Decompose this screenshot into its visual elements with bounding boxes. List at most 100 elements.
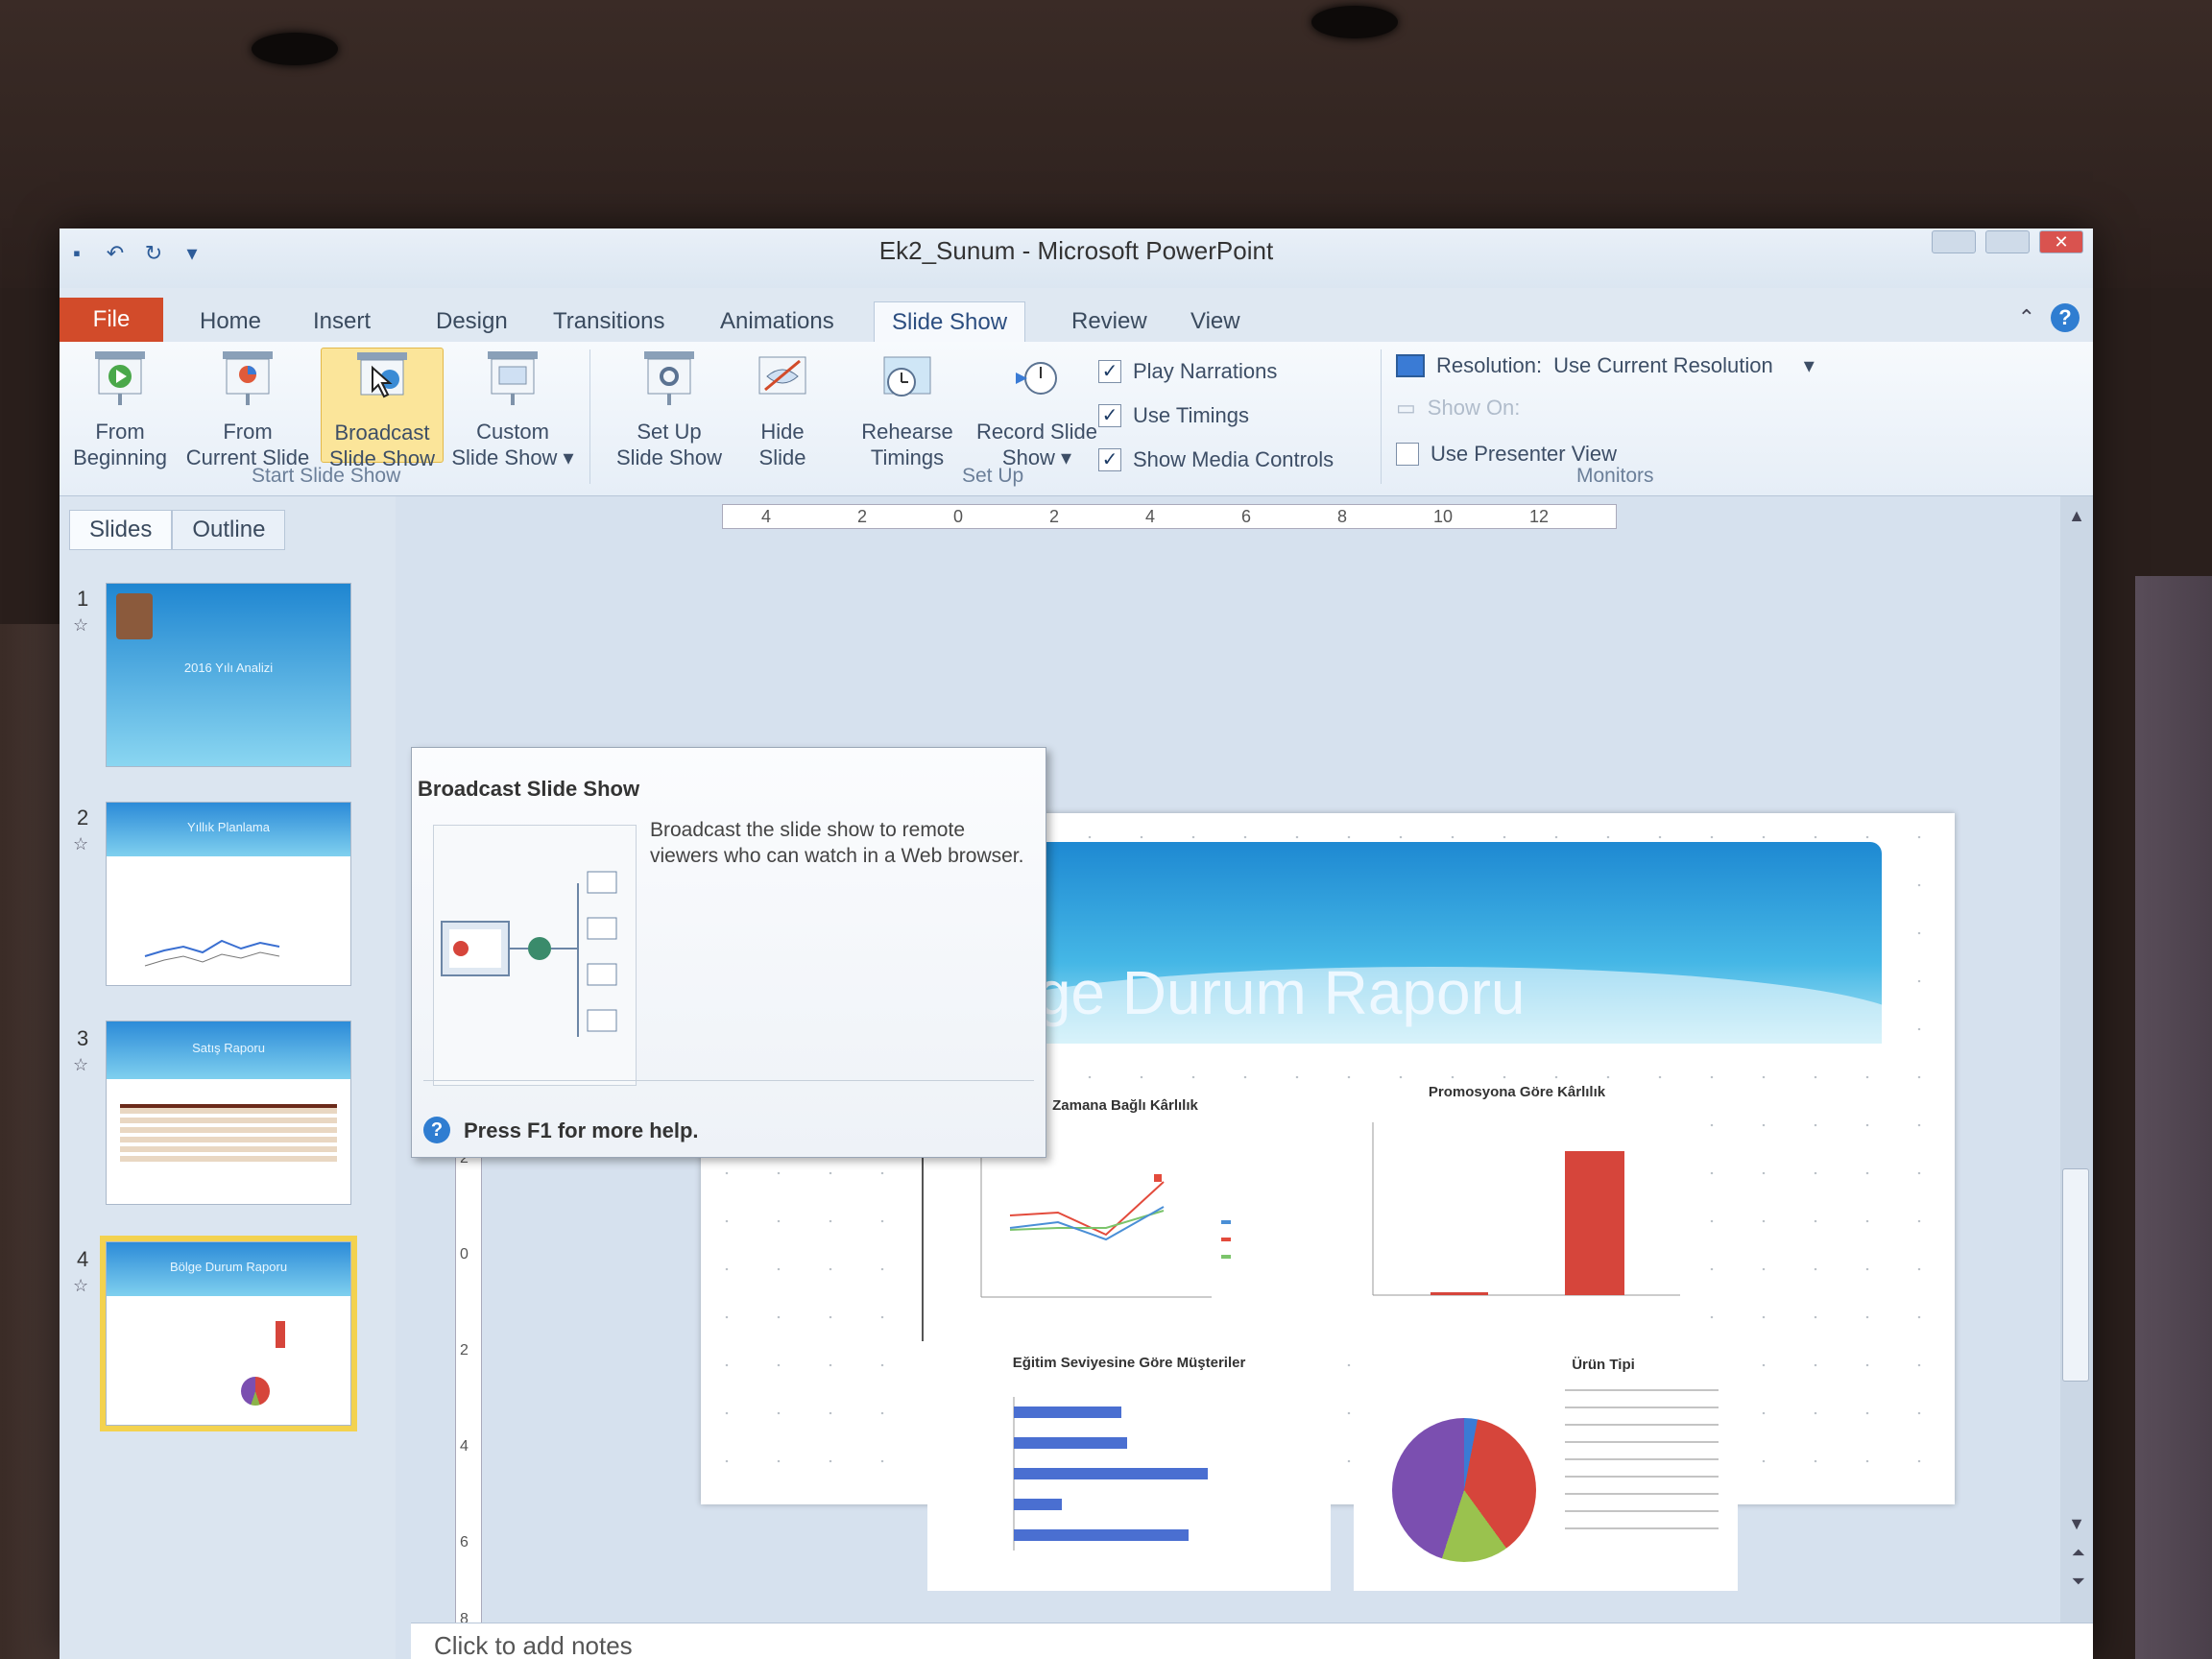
transition-star-icon: ☆: [73, 1276, 89, 1295]
resolution-label: Resolution:: [1436, 353, 1543, 377]
minimize-button[interactable]: [1932, 230, 1976, 253]
ruler-label: 0: [953, 507, 964, 526]
scroll-up-icon[interactable]: ▲: [2068, 506, 2085, 526]
use-presenter-view-checkbox[interactable]: Use Presenter View: [1396, 442, 1617, 467]
pie-chart-plot: [1392, 1418, 1536, 1562]
next-slide-icon[interactable]: ⏷: [2072, 1572, 2085, 1592]
slide-thumbnail-4[interactable]: Bölge Durum Raporu: [100, 1236, 357, 1431]
ruler-label: 4: [761, 507, 772, 526]
show-media-controls-checkbox[interactable]: ✓ Show Media Controls: [1098, 447, 1334, 472]
checkbox-unchecked[interactable]: [1396, 443, 1419, 466]
checkbox-checked[interactable]: ✓: [1098, 360, 1121, 383]
checkbox-checked[interactable]: ✓: [1098, 404, 1121, 427]
group-separator: [589, 349, 590, 484]
hide-slide-button[interactable]: Hide Slide: [739, 348, 826, 470]
notes-pane[interactable]: Click to add notes: [411, 1623, 2093, 1659]
help-icon[interactable]: ?: [2051, 303, 2080, 332]
hide-slide-icon: [752, 348, 813, 409]
tooltip-title: Broadcast Slide Show: [418, 777, 640, 801]
pie-legend: [1565, 1389, 1719, 1543]
rehearse-line2: Timings: [870, 445, 945, 469]
tooltip-description: Broadcast the slide show to remote viewe…: [650, 819, 1024, 867]
ribbon-right-controls: ⌃ ?: [2018, 303, 2080, 332]
from-beginning-button[interactable]: From Beginning: [61, 348, 179, 470]
ceiling-light: [1311, 6, 1398, 38]
tab-slide-show[interactable]: Slide Show: [874, 301, 1026, 343]
close-button[interactable]: ✕: [2039, 230, 2083, 253]
setup-show-icon: [638, 348, 700, 409]
ruler-label: 2: [1049, 507, 1060, 526]
broadcast-slide-show-button[interactable]: Broadcast Slide Show: [321, 348, 444, 470]
group-separator: [1381, 349, 1382, 484]
ruler-label: 0: [460, 1246, 469, 1262]
previous-slide-icon[interactable]: ⏶: [2072, 1543, 2085, 1563]
group-label-set-up: Set Up: [962, 465, 1024, 487]
ruler-label: 4: [1145, 507, 1156, 526]
thumb-title: 2016 Yılı Analizi: [183, 661, 274, 675]
transition-star-icon: ☆: [73, 1055, 89, 1074]
custom-line1: Custom: [476, 420, 549, 444]
tab-review[interactable]: Review: [1054, 301, 1165, 342]
tab-animations[interactable]: Animations: [703, 301, 852, 342]
ruler-label: 6: [1241, 507, 1252, 526]
use-presenter-view-label: Use Presenter View: [1431, 442, 1618, 466]
ruler-label: 2: [857, 507, 868, 526]
slide-number: 2: [77, 805, 89, 830]
from-beginning-line2: Beginning: [73, 445, 167, 469]
slide-thumbnail-3[interactable]: Satış Raporu: [106, 1021, 351, 1205]
group-label-monitors: Monitors: [1576, 465, 1654, 487]
tab-slides[interactable]: Slides: [69, 510, 173, 550]
pie-chart[interactable]: Ürün Tipi: [1354, 1351, 1738, 1591]
record-slide-show-button[interactable]: Record Slide Show ▾: [968, 348, 1106, 470]
from-current-line1: From: [223, 420, 273, 444]
hide-line2: Slide: [758, 445, 806, 469]
tooltip-separator: [423, 1080, 1034, 1081]
panel-tabs: Slides Outline: [69, 510, 286, 550]
transition-star-icon: ☆: [73, 615, 89, 635]
from-current-slide-button[interactable]: From Current Slide: [180, 348, 315, 470]
room-wall: [2135, 576, 2212, 1659]
thumb-table: [120, 1104, 337, 1166]
slide-thumbnail-2[interactable]: Yıllık Planlama: [106, 802, 351, 986]
custom-line2: Slide Show ▾: [451, 445, 574, 469]
ruler-label: 10: [1433, 507, 1454, 526]
setup-line1: Set Up: [637, 420, 702, 444]
rehearse-timings-button[interactable]: Rehearse Timings: [847, 348, 968, 470]
tab-outline[interactable]: Outline: [172, 510, 286, 550]
maximize-button[interactable]: [1985, 230, 2030, 253]
use-timings-checkbox[interactable]: ✓ Use Timings: [1098, 403, 1249, 428]
rehearse-timings-icon: [877, 348, 938, 409]
tab-transitions[interactable]: Transitions: [536, 301, 682, 342]
scroll-thumb[interactable]: [2062, 1168, 2089, 1382]
tab-design[interactable]: Design: [419, 301, 525, 342]
vertical-scrollbar[interactable]: ▲ ▼ ⏶ ⏷: [2060, 496, 2093, 1659]
resolution-dropdown[interactable]: Resolution: Use Current Resolution ▾: [1396, 353, 1815, 378]
horizontal-bar-chart[interactable]: Eğitim Seviyesine Göre Müşteriler: [927, 1351, 1331, 1591]
play-narrations-checkbox[interactable]: ✓ Play Narrations: [1098, 359, 1277, 384]
scroll-down-icon[interactable]: ▼: [2068, 1514, 2085, 1534]
set-up-slide-show-button[interactable]: Set Up Slide Show: [605, 348, 733, 470]
chart-title: Promosyona Göre Kârlılık: [1428, 1084, 1606, 1100]
transition-star-icon: ☆: [73, 834, 89, 854]
slide-title[interactable]: ölge Durum Raporu: [989, 957, 1526, 1028]
ribbon-tabs: File Home Insert Design Transitions Anim…: [60, 288, 2093, 343]
tab-view[interactable]: View: [1173, 301, 1258, 342]
ruler-label: 8: [1337, 507, 1348, 526]
ruler-label: 12: [1529, 507, 1550, 526]
ruler-label: 6: [460, 1534, 469, 1551]
show-on-dropdown: ▭ Show On:: [1396, 396, 1520, 421]
window-controls: ✕: [1932, 230, 2083, 253]
bar-chart[interactable]: Promosyona Göre Kârlılık: [1334, 1082, 1699, 1332]
thumb-title: Yıllık Planlama: [187, 820, 270, 834]
tab-home[interactable]: Home: [182, 301, 278, 342]
custom-slide-show-button[interactable]: Custom Slide Show ▾: [445, 348, 580, 470]
tab-insert[interactable]: Insert: [296, 301, 388, 342]
chart-title: Ürün Tipi: [1572, 1357, 1635, 1373]
checkbox-checked[interactable]: ✓: [1098, 448, 1121, 471]
slide-thumbnail-1[interactable]: 2016 Yılı Analizi: [106, 583, 351, 767]
minimize-ribbon-icon[interactable]: ⌃: [2018, 305, 2035, 330]
show-media-controls-label: Show Media Controls: [1133, 447, 1334, 471]
monitor-icon: ▭: [1396, 396, 1416, 420]
horizontal-ruler: 4 2 0 2 4 6 8 10 12: [722, 504, 1617, 529]
tab-file[interactable]: File: [60, 298, 163, 342]
